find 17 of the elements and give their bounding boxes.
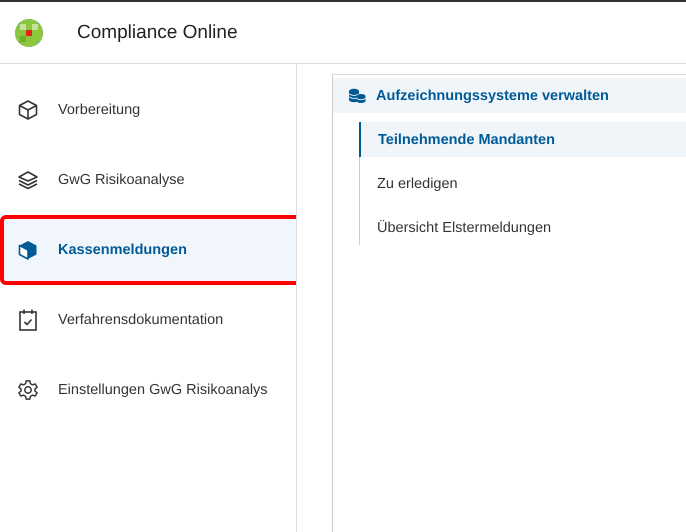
cube-icon [17, 99, 39, 121]
logo-icon [14, 18, 44, 48]
sidebar-item[interactable]: Einstellungen GwG Risikoanalys [0, 355, 296, 425]
submenu-item[interactable]: Zu erledigen [360, 166, 686, 201]
cube-icon [17, 239, 39, 261]
sidebar-item[interactable]: Vorbereitung [0, 75, 296, 145]
submenu-item[interactable]: Übersicht Elstermeldungen [360, 210, 686, 245]
sidebar-item[interactable]: Kassenmeldungen [0, 215, 296, 285]
layers-icon [17, 169, 39, 191]
sidebar-item[interactable]: GwG Risikoanalyse [0, 145, 296, 215]
settings-icon [17, 378, 39, 402]
calendar-check-icon [17, 308, 39, 332]
app-title: Compliance Online [77, 22, 238, 44]
sidebar-item[interactable]: Verfahrensdokumentation [0, 285, 296, 355]
submenu-item[interactable]: Teilnehmende Mandanten [359, 122, 686, 157]
coins-icon [348, 88, 366, 104]
section-header[interactable]: Aufzeichnungssysteme verwalten [333, 78, 686, 113]
